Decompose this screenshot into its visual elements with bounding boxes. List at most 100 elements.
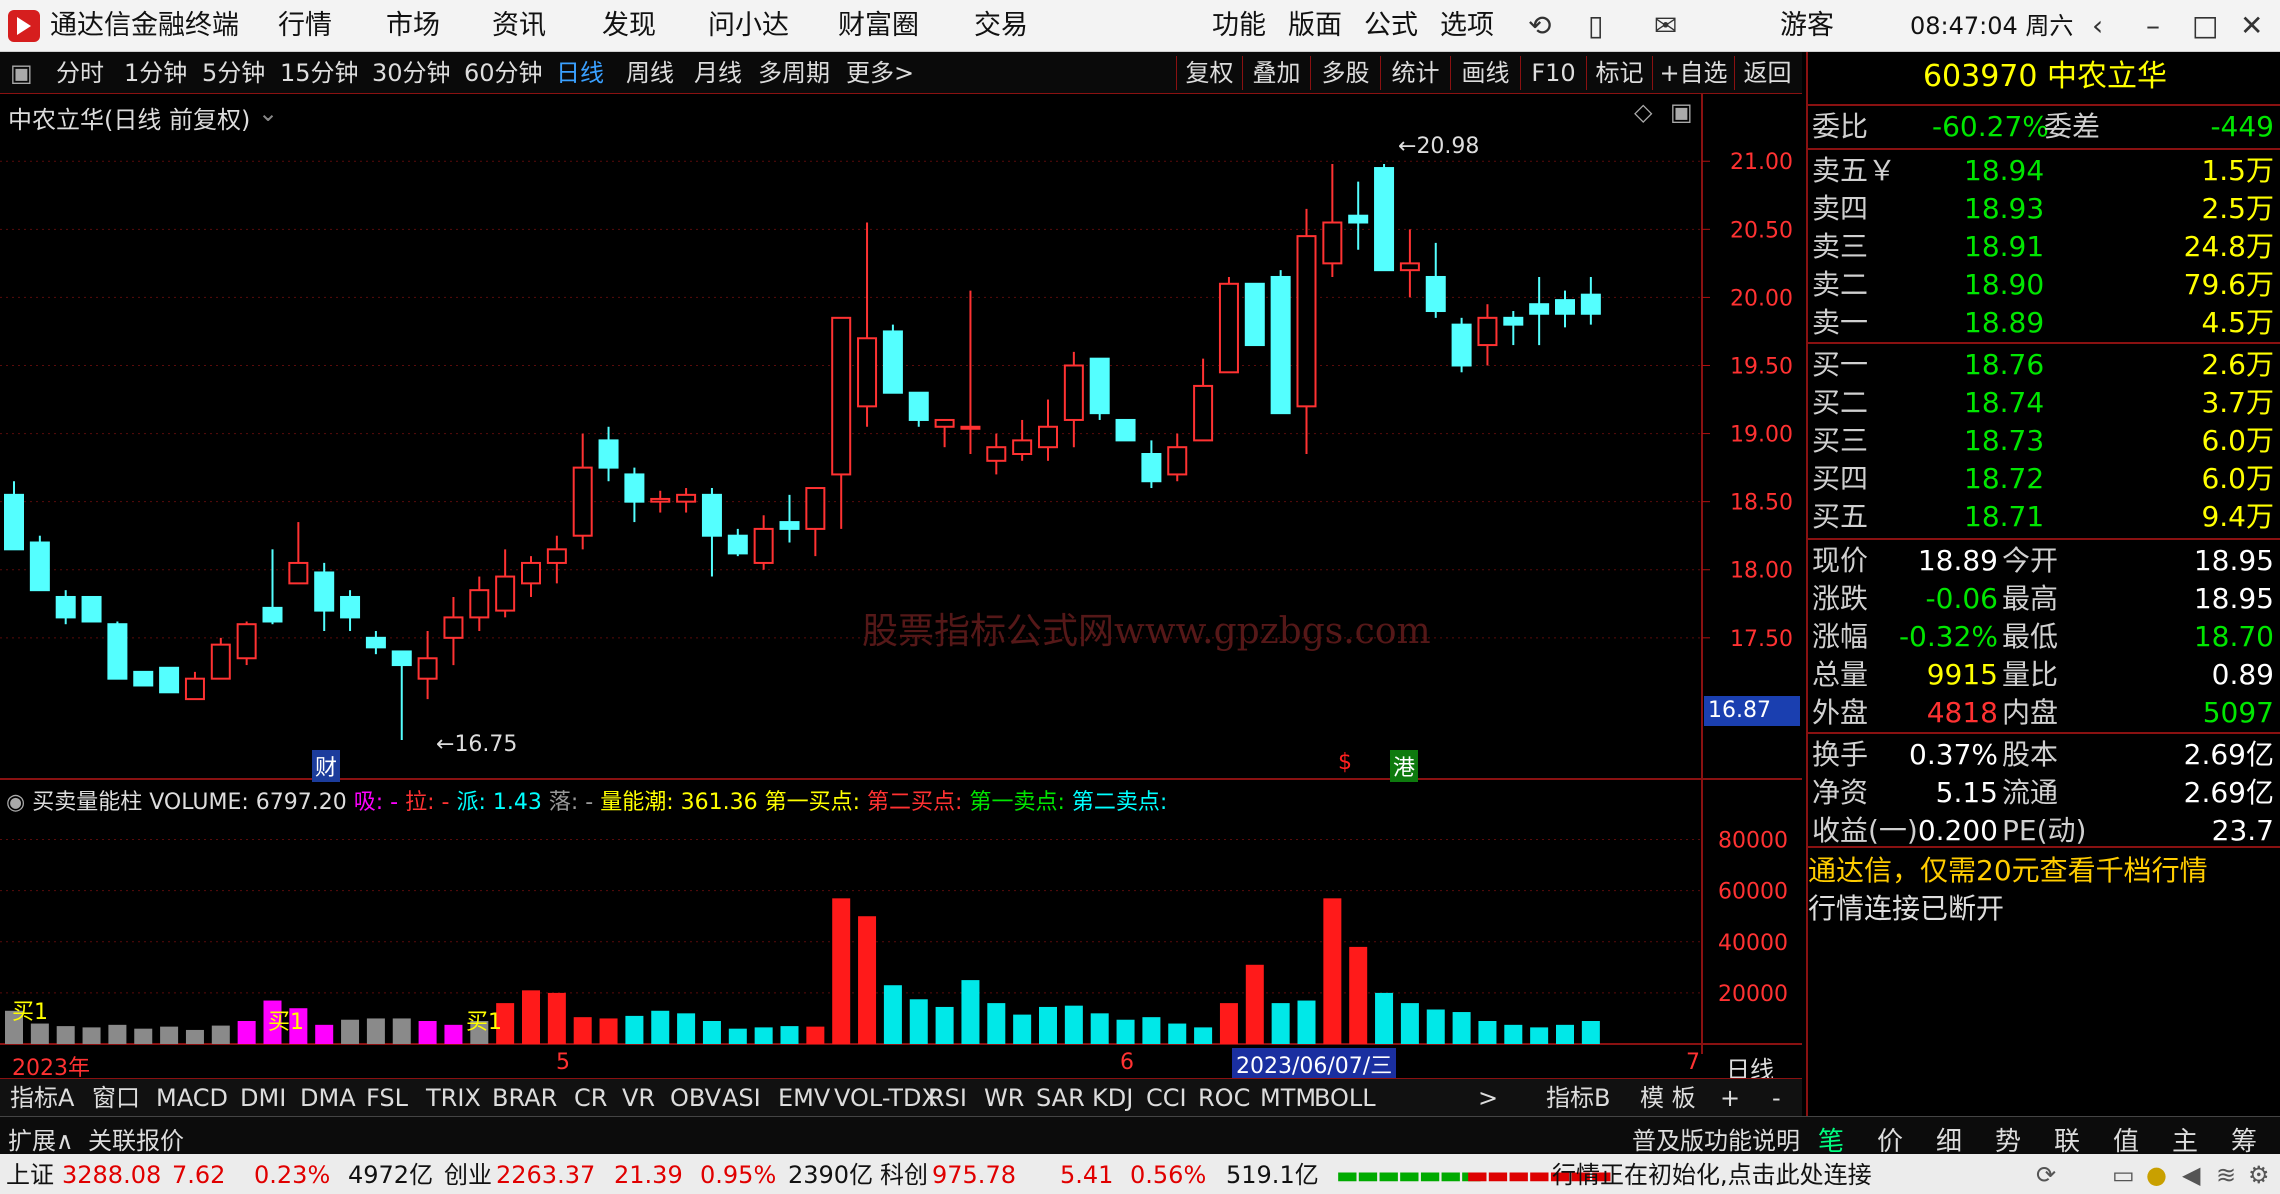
- menu-faxian[interactable]: 发现: [602, 10, 656, 42]
- volume-bar[interactable]: [987, 1003, 1006, 1044]
- cai-marker[interactable]: 财: [312, 750, 341, 782]
- volume-bar[interactable]: [237, 1021, 256, 1044]
- period-multi[interactable]: 多周期: [758, 58, 830, 88]
- candle-body[interactable]: [727, 534, 748, 555]
- volume-bar[interactable]: [599, 1018, 618, 1044]
- period-fenshi[interactable]: 分时: [56, 58, 104, 88]
- speaker-icon[interactable]: ◀: [2182, 1160, 2200, 1190]
- period-5min[interactable]: 5分钟: [202, 58, 265, 88]
- candle-body[interactable]: [288, 561, 309, 585]
- ask-5[interactable]: 卖五￥ 18.94 1.5万: [1808, 152, 2280, 190]
- volume-bar[interactable]: [418, 1021, 437, 1044]
- volume-bar[interactable]: [702, 1021, 721, 1044]
- related-quote-button[interactable]: 关联报价: [88, 1121, 184, 1156]
- volume-bar[interactable]: [832, 898, 851, 1044]
- candle-body[interactable]: [831, 316, 852, 476]
- candle-body[interactable]: [365, 636, 386, 649]
- duogu-button[interactable]: 多股: [1310, 56, 1380, 90]
- volume-bar[interactable]: [625, 1015, 644, 1044]
- help-link[interactable]: 普及版功能说明: [1632, 1121, 1800, 1156]
- ask-4[interactable]: 卖四 18.93 2.5万: [1808, 190, 2280, 228]
- candle-body[interactable]: [184, 677, 205, 701]
- indicator-tab-12[interactable]: EMV: [778, 1082, 830, 1114]
- candle-body[interactable]: [934, 418, 955, 428]
- candle-body[interactable]: [495, 575, 516, 612]
- candle-body[interactable]: [1089, 357, 1110, 415]
- menu-xuanxiang[interactable]: 选项: [1440, 10, 1494, 42]
- candle-body[interactable]: [1503, 316, 1524, 326]
- candle-body[interactable]: [753, 527, 774, 564]
- indicator-name[interactable]: 买卖量能柱: [32, 790, 142, 815]
- menu-gongshi[interactable]: 公式: [1364, 10, 1418, 42]
- volume-bar[interactable]: [1116, 1019, 1135, 1044]
- volume-bar[interactable]: [1556, 1024, 1574, 1044]
- volume-bar[interactable]: [1168, 1023, 1187, 1044]
- indicator-tab-17[interactable]: KDJ: [1092, 1082, 1133, 1114]
- candle-body[interactable]: [857, 337, 878, 408]
- candle-body[interactable]: [546, 548, 567, 564]
- candle-body[interactable]: [29, 541, 50, 592]
- quote-tab-1[interactable]: 价: [1877, 1121, 1903, 1158]
- quote-tab-4[interactable]: 联: [2054, 1121, 2080, 1158]
- huaxian-button[interactable]: 画线: [1450, 56, 1520, 90]
- display-icon[interactable]: ▭: [2112, 1160, 2135, 1190]
- candle-body[interactable]: [262, 606, 283, 623]
- volume-bar[interactable]: [366, 1018, 385, 1044]
- indicator-tab-13[interactable]: VOL-TDX: [834, 1082, 938, 1114]
- candle-body[interactable]: [1141, 453, 1162, 483]
- quote-tab-0[interactable]: 笔: [1818, 1121, 1844, 1158]
- candle-body[interactable]: [1012, 439, 1033, 455]
- volume-bar[interactable]: [935, 1006, 954, 1044]
- candle-body[interactable]: [1167, 446, 1188, 476]
- window-icon[interactable]: ▣: [1670, 98, 1693, 126]
- candle-body[interactable]: [624, 473, 645, 503]
- candle-body[interactable]: [1244, 282, 1265, 347]
- period-1min[interactable]: 1分钟: [124, 58, 187, 88]
- indicator-tab-14[interactable]: RSI: [928, 1082, 967, 1114]
- volume-bar[interactable]: [1297, 1000, 1316, 1044]
- cy-label[interactable]: 创业: [444, 1160, 492, 1190]
- candle-body[interactable]: [676, 493, 697, 503]
- candle-body[interactable]: [391, 650, 412, 667]
- candle-body[interactable]: [236, 623, 257, 660]
- menu-hangqing[interactable]: 行情: [278, 10, 332, 42]
- bid-2[interactable]: 买二 18.74 3.7万: [1808, 384, 2280, 422]
- coin-icon[interactable]: ●: [2146, 1160, 2167, 1190]
- volume-bar[interactable]: [651, 1010, 670, 1044]
- diamond-icon[interactable]: ◇: [1634, 98, 1652, 126]
- phone-icon[interactable]: ▯: [1588, 10, 1603, 42]
- bid-4[interactable]: 买四 18.72 6.0万: [1808, 460, 2280, 498]
- menu-gongneng[interactable]: 功能: [1212, 10, 1266, 42]
- volume-bar[interactable]: [1090, 1013, 1109, 1044]
- volume-bar[interactable]: [160, 1026, 179, 1044]
- indicator-tab-18[interactable]: CCI: [1146, 1082, 1187, 1114]
- volume-bar[interactable]: [211, 1025, 230, 1044]
- candle-body[interactable]: [1115, 418, 1136, 442]
- candle-body[interactable]: [340, 595, 361, 619]
- candle-body[interactable]: [805, 487, 826, 530]
- expand-button[interactable]: 扩展∧: [8, 1121, 74, 1156]
- candle-body[interactable]: [1348, 214, 1369, 224]
- volume-bar[interactable]: [1271, 1003, 1290, 1044]
- menu-shichang[interactable]: 市场: [386, 10, 440, 42]
- candle-body[interactable]: [521, 561, 541, 585]
- volume-bar[interactable]: [444, 1024, 463, 1044]
- candle-body[interactable]: [107, 623, 128, 680]
- indicator-tab-16[interactable]: SAR: [1036, 1082, 1085, 1114]
- volume-bar[interactable]: [1349, 946, 1368, 1044]
- ask-3[interactable]: 卖三 18.91 24.8万: [1808, 228, 2280, 266]
- user-label[interactable]: 游客: [1780, 10, 1834, 42]
- kc-label[interactable]: 科创: [880, 1160, 928, 1190]
- bottom-right-tab-0[interactable]: 指标B: [1546, 1082, 1610, 1114]
- period-monthly[interactable]: 月线: [694, 58, 742, 88]
- volume-bar[interactable]: [728, 1028, 747, 1044]
- volume-bar[interactable]: [547, 992, 566, 1044]
- volume-bar[interactable]: [677, 1013, 696, 1044]
- candle-body[interactable]: [417, 657, 438, 680]
- indicator-tab-7[interactable]: BRAR: [492, 1082, 557, 1114]
- chart-area[interactable]: 21.00 20.50 20.00 19.50 19.00 18.50 18.00 17.50…: [0, 94, 1802, 1084]
- volume-bar[interactable]: [1400, 1003, 1419, 1044]
- volume-bar[interactable]: [341, 1019, 360, 1044]
- candle-body[interactable]: [1374, 167, 1395, 272]
- maximize-icon[interactable]: □: [2192, 10, 2218, 42]
